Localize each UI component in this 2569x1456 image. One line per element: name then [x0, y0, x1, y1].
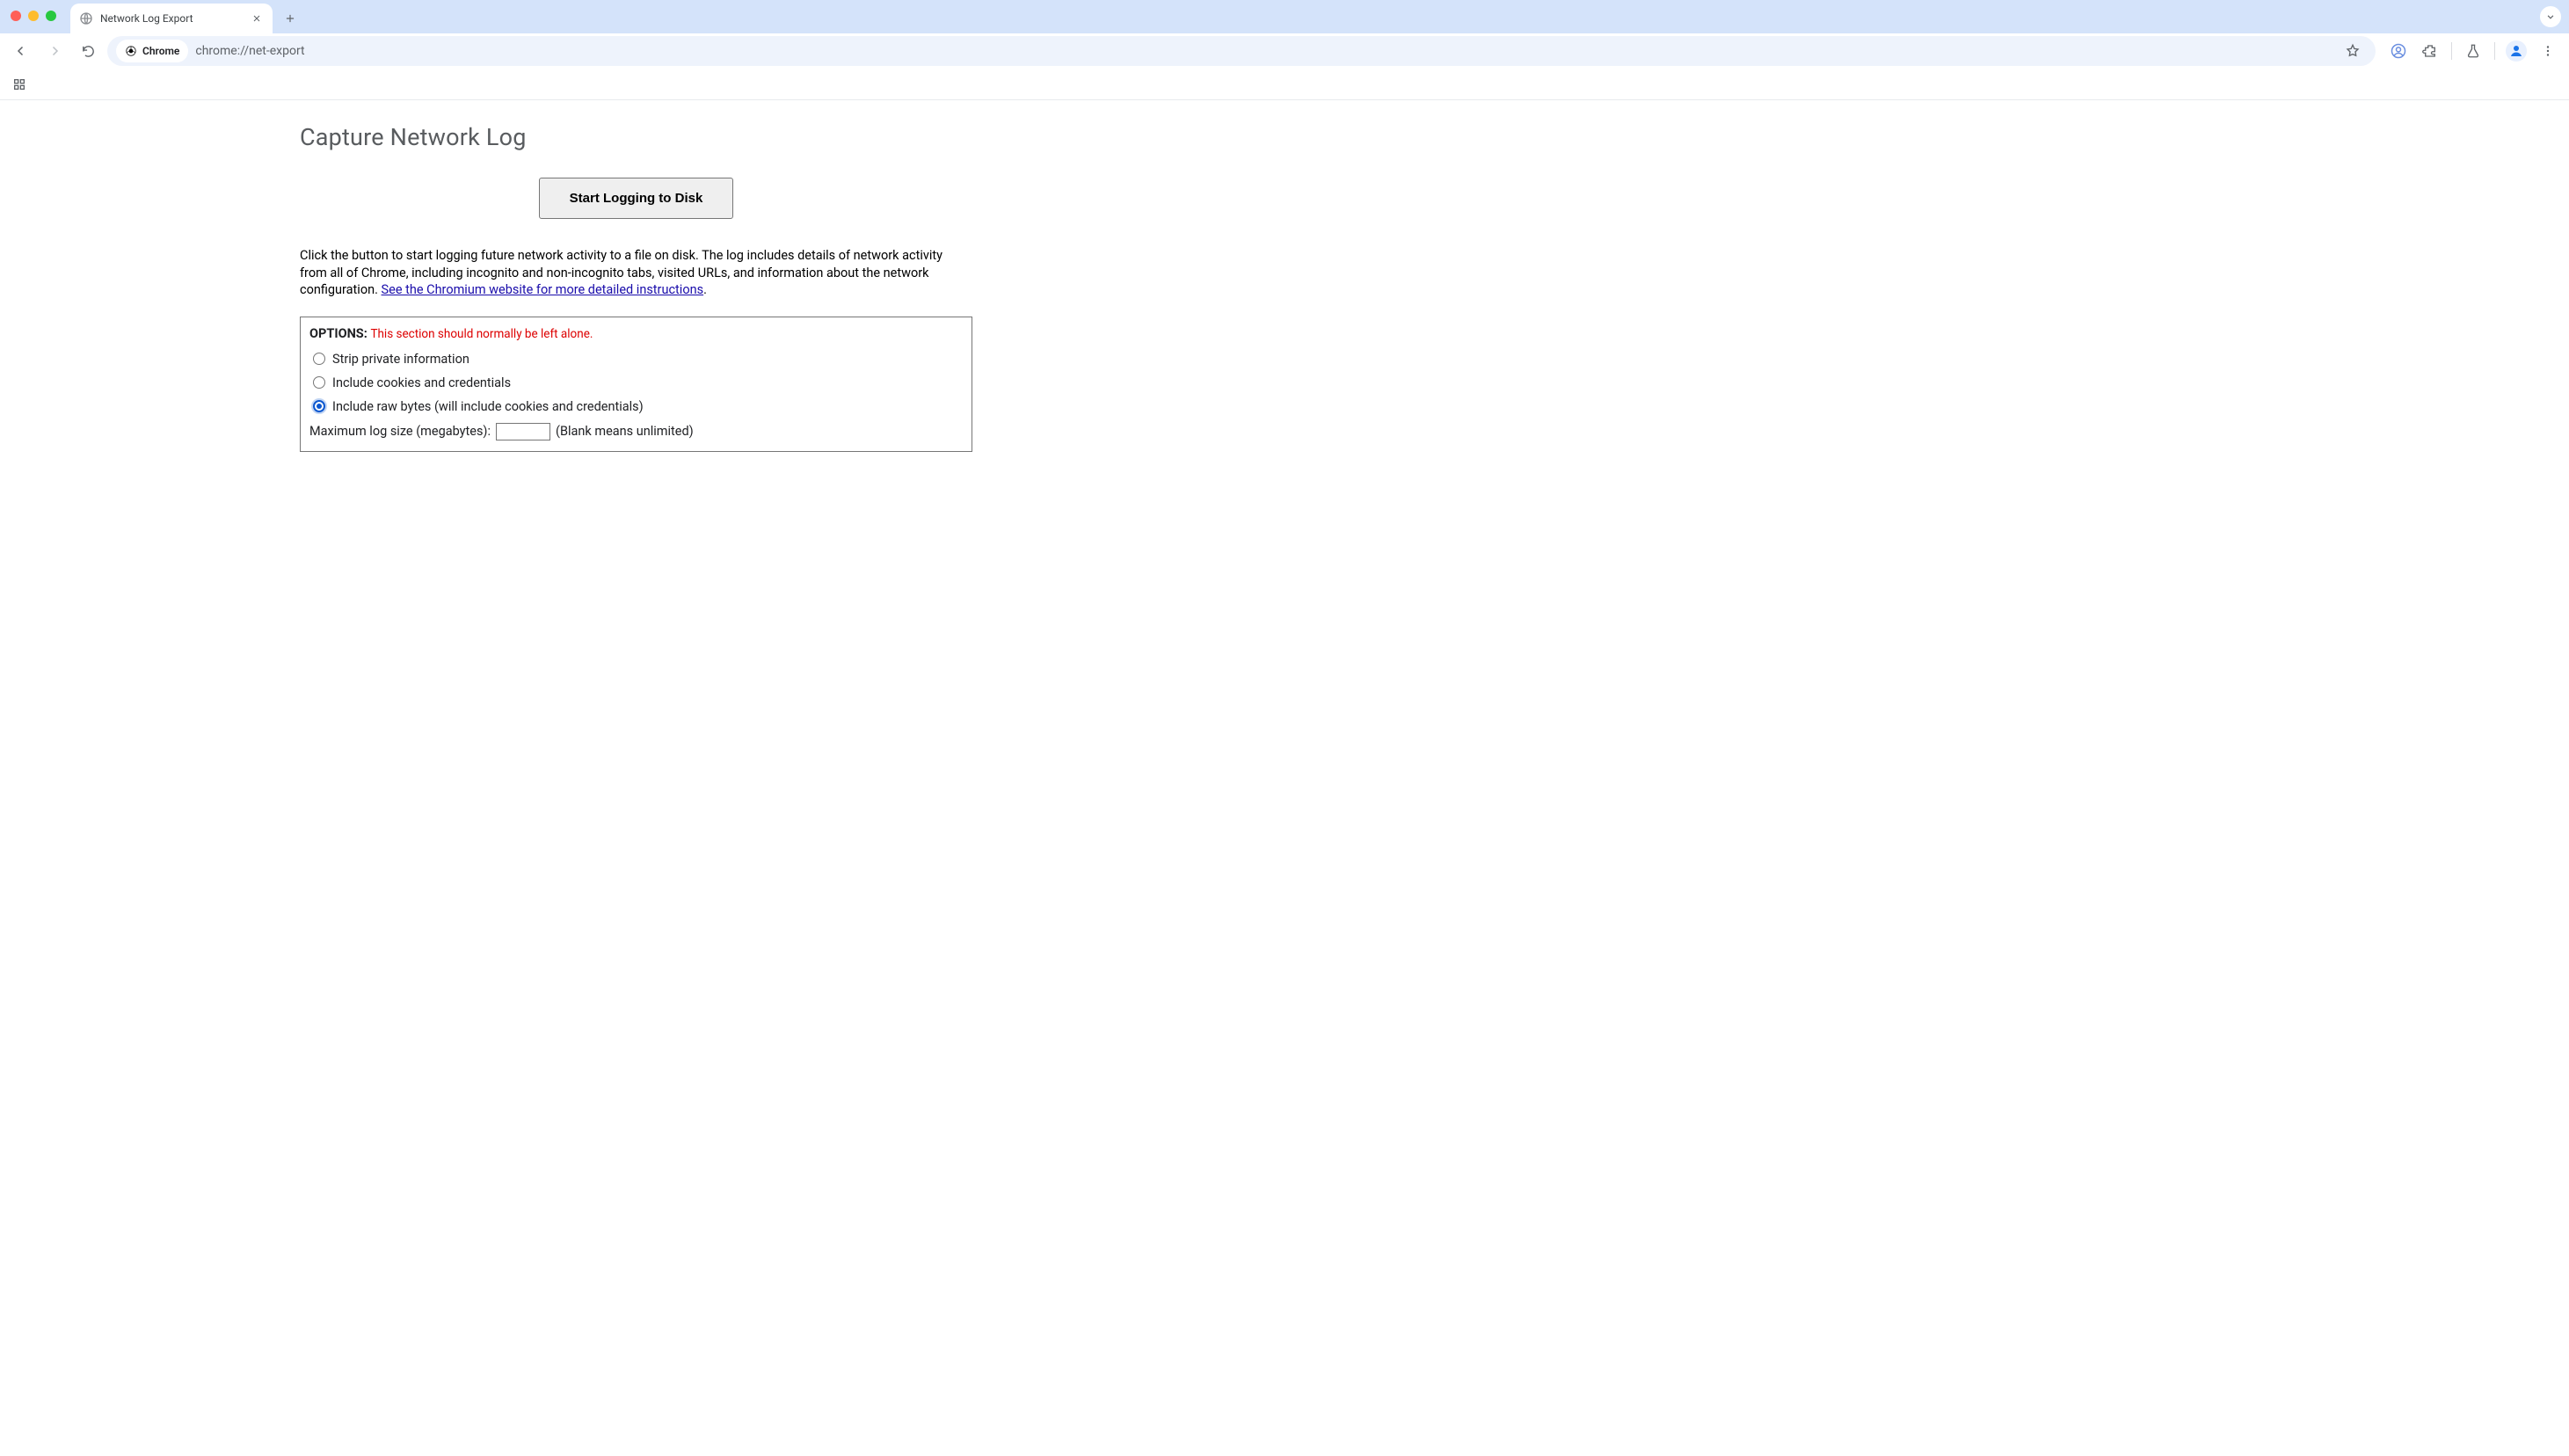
toolbar-separator	[2451, 42, 2452, 60]
labs-icon[interactable]	[2459, 37, 2487, 65]
address-bar[interactable]: Chrome chrome://net-export	[107, 36, 2376, 66]
back-button[interactable]	[7, 37, 35, 65]
site-chip[interactable]: Chrome	[116, 40, 188, 62]
tabs-overflow-button[interactable]	[2539, 5, 2562, 28]
close-tab-icon[interactable]	[250, 11, 264, 25]
description-text: Click the button to start logging future…	[300, 247, 972, 299]
radio-icon[interactable]	[313, 353, 325, 365]
profile-button[interactable]	[2502, 37, 2530, 65]
max-log-size-hint: (Blank means unlimited)	[556, 424, 694, 439]
window-minimize-icon[interactable]	[28, 11, 39, 21]
page-content: Capture Network Log Start Logging to Dis…	[0, 100, 2569, 452]
radio-icon[interactable]	[313, 400, 325, 412]
max-log-size-label: Maximum log size (megabytes):	[309, 424, 491, 439]
options-box: OPTIONS: This section should normally be…	[300, 317, 972, 452]
chrome-icon	[125, 45, 137, 57]
start-logging-button[interactable]: Start Logging to Disk	[539, 178, 734, 219]
max-log-size-row: Maximum log size (megabytes): (Blank mea…	[309, 423, 963, 440]
radio-label: Strip private information	[332, 352, 469, 367]
forward-button[interactable]	[40, 37, 69, 65]
new-tab-button[interactable]	[278, 6, 302, 31]
options-heading: OPTIONS	[309, 326, 364, 341]
bookmarks-bar	[0, 69, 2569, 100]
window-zoom-icon[interactable]	[46, 11, 56, 21]
tab-title: Network Log Export	[100, 12, 193, 25]
option-strip-private[interactable]: Strip private information	[309, 352, 963, 367]
option-include-cookies[interactable]: Include cookies and credentials	[309, 375, 963, 390]
window-close-icon[interactable]	[11, 11, 21, 21]
toolbar-separator	[2494, 42, 2495, 60]
options-header-row: OPTIONS: This section should normally be…	[309, 326, 963, 341]
radio-label: Include raw bytes (will include cookies …	[332, 399, 644, 414]
browser-tab[interactable]: Network Log Export	[70, 4, 273, 33]
browser-toolbar: Chrome chrome://net-export	[0, 33, 2569, 69]
globe-icon	[79, 11, 93, 25]
site-chip-label: Chrome	[142, 45, 179, 57]
extensions-icon[interactable]	[2416, 37, 2444, 65]
radio-label: Include cookies and credentials	[332, 375, 511, 390]
option-include-raw-bytes[interactable]: Include raw bytes (will include cookies …	[309, 399, 963, 414]
url-text: chrome://net-export	[195, 44, 304, 58]
toolbar-right-cluster	[2381, 37, 2562, 65]
avatar-icon	[2506, 40, 2527, 62]
reload-button[interactable]	[74, 37, 102, 65]
tab-strip: Network Log Export	[0, 0, 2569, 33]
window-traffic-lights	[11, 11, 56, 21]
page-title: Capture Network Log	[300, 123, 972, 151]
profile-sync-icon[interactable]	[2384, 37, 2413, 65]
options-warning: This section should normally be left alo…	[370, 327, 593, 341]
max-log-size-input[interactable]	[496, 423, 550, 440]
chromium-instructions-link[interactable]: See the Chromium website for more detail…	[382, 282, 704, 297]
apps-grid-icon[interactable]	[5, 70, 33, 98]
kebab-menu-icon[interactable]	[2534, 37, 2562, 65]
description-suffix: .	[703, 282, 707, 297]
radio-icon[interactable]	[313, 376, 325, 389]
bookmark-star-icon[interactable]	[2339, 37, 2367, 65]
